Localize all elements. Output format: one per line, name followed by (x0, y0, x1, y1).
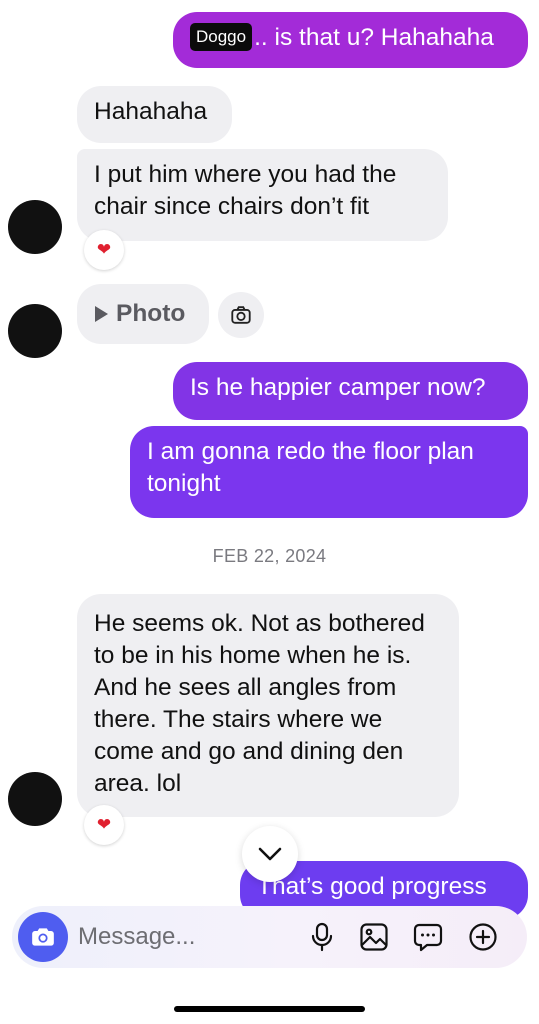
heart-reaction[interactable]: ❤ (84, 805, 124, 845)
photo-message[interactable]: Photo (77, 284, 209, 344)
photo-label: Photo (116, 300, 186, 327)
plus-icon (469, 923, 497, 951)
home-indicator[interactable] (174, 1006, 365, 1012)
camera-button[interactable] (218, 292, 264, 338)
outgoing-message[interactable]: Is he happier camper now? (173, 362, 528, 420)
camera-icon (32, 928, 54, 946)
camera-icon (231, 306, 251, 324)
incoming-message[interactable]: Hahahaha (77, 86, 232, 143)
name-tag: Doggo (190, 23, 253, 51)
camera-button[interactable] (18, 912, 68, 962)
heart-icon: ❤ (96, 815, 112, 834)
heart-icon: ❤ (96, 240, 112, 259)
message-text: Is he happier camper now? (190, 374, 486, 401)
avatar[interactable] (8, 772, 62, 826)
message-text: He seems ok. Not as bothered to be in hi… (94, 610, 425, 797)
avatar[interactable] (8, 200, 62, 254)
message-text: That’s good progress (257, 873, 487, 900)
message-text: I put him where you had the chair since … (94, 161, 397, 220)
incoming-message[interactable]: He seems ok. Not as bothered to be in hi… (77, 594, 459, 817)
message-text: Hahahaha (94, 98, 208, 125)
heart-reaction[interactable]: ❤ (84, 230, 124, 270)
chevron-down-icon (258, 847, 282, 861)
message-text: I am gonna redo the floor plan tonight (147, 438, 474, 497)
message-text: .. is that u? Hahahaha (254, 24, 494, 51)
outgoing-message[interactable]: I am gonna redo the floor plan tonight (130, 426, 528, 518)
date-separator: FEB 22, 2024 (212, 546, 327, 566)
message-composer (12, 906, 527, 968)
sticker-icon (413, 923, 443, 952)
sticker-button[interactable] (412, 921, 444, 953)
scroll-to-bottom-button[interactable] (242, 826, 298, 882)
more-button[interactable] (467, 921, 499, 953)
microphone-icon (311, 922, 333, 952)
outgoing-message[interactable]: Doggo.. is that u? Hahahaha (173, 12, 528, 68)
gallery-icon (360, 923, 388, 951)
play-icon (95, 306, 108, 322)
message-input[interactable] (78, 920, 298, 954)
avatar[interactable] (8, 304, 62, 358)
incoming-message[interactable]: I put him where you had the chair since … (77, 149, 448, 241)
microphone-button[interactable] (306, 921, 338, 953)
gallery-button[interactable] (358, 921, 390, 953)
